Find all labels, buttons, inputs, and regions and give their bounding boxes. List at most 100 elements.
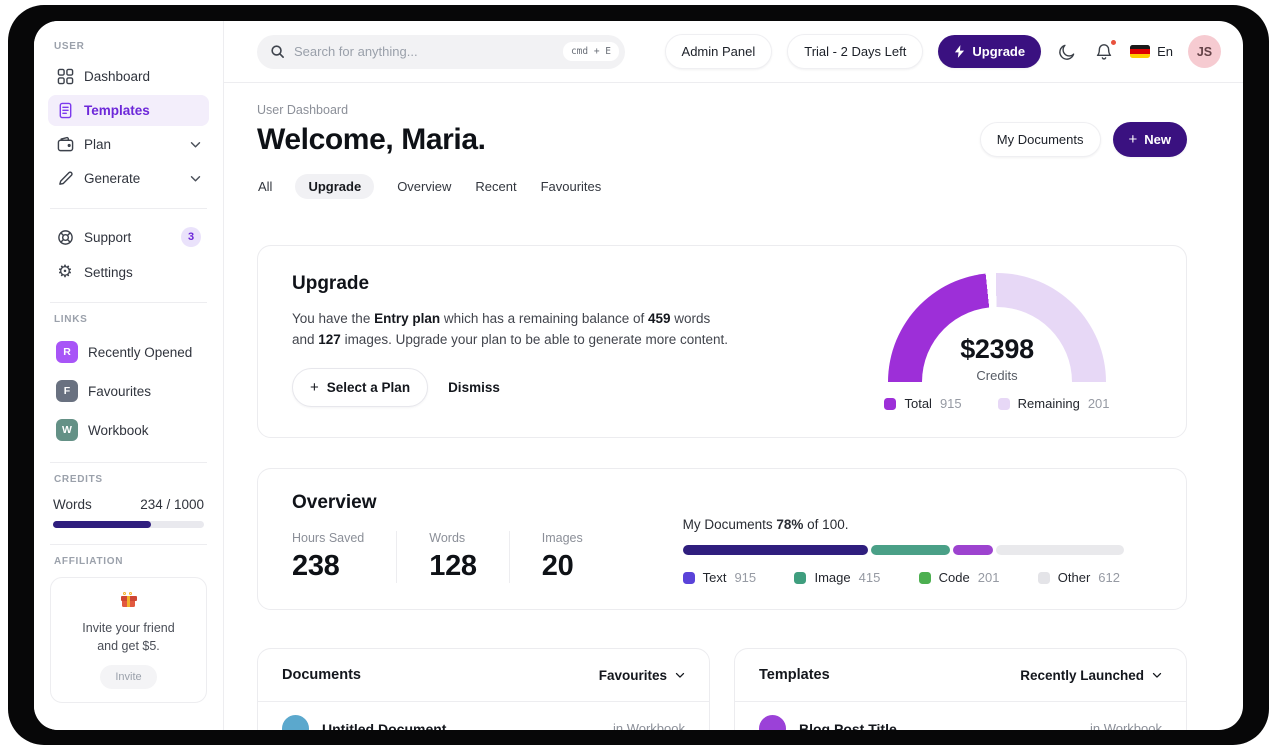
tab-recent[interactable]: Recent [474, 174, 517, 199]
main-area: cmd + E Admin Panel Trial - 2 Days Left … [224, 21, 1243, 730]
dark-mode-toggle[interactable] [1056, 41, 1078, 63]
plus-icon: + [1128, 131, 1138, 148]
legend-swatch [682, 571, 695, 584]
sidebar-item-generate[interactable]: Generate [48, 163, 209, 194]
page-content: User Dashboard Welcome, Maria. My Docume… [224, 83, 1243, 730]
sidebar-section-affiliation-label: AFFILIATION [54, 556, 124, 567]
sidebar-item-label: Templates [84, 103, 150, 118]
stat-words: Words 128 [429, 531, 510, 583]
invite-button[interactable]: Invite [100, 665, 157, 690]
trial-status-button[interactable]: Trial - 2 Days Left [787, 34, 924, 69]
tab-overview[interactable]: Overview [396, 174, 452, 199]
template-row[interactable]: Blog Post Title in Workbook [735, 702, 1186, 730]
legend-label: Other [1057, 570, 1091, 585]
bar-segment-text [682, 545, 868, 555]
link-initial-badge: R [56, 341, 78, 363]
documents-filter-dropdown[interactable]: Favourites [599, 668, 685, 683]
tab-favourites[interactable]: Favourites [540, 174, 603, 199]
notifications-button[interactable] [1093, 38, 1118, 63]
sidebar-divider [50, 544, 207, 545]
search-bar[interactable]: cmd + E [257, 34, 625, 69]
documents-bar-legend: Text 915 Image 415 Code 201 Other 612 [682, 570, 1124, 585]
stat-images: Images 20 [542, 531, 615, 583]
stat-value: 238 [292, 550, 340, 582]
stat-label: Hours Saved [292, 531, 365, 545]
notification-dot [1110, 38, 1118, 46]
credits-gauge-section: $2398 Credits Total 915 Remaining 201 [866, 273, 1128, 411]
legend-swatch [794, 571, 807, 584]
user-avatar[interactable]: JS [1188, 35, 1221, 68]
credits-usage: Words 234 / 1000 [48, 497, 209, 512]
moon-icon [1059, 44, 1075, 60]
sidebar-item-label: Settings [84, 265, 133, 280]
my-documents-button[interactable]: My Documents [979, 122, 1101, 157]
legend-value: 612 [1098, 570, 1120, 585]
gauge-center-value: $2398 [960, 334, 1034, 364]
upgrade-button[interactable]: Upgrade [938, 35, 1042, 68]
affiliation-text: Invite your friend and get $5. [82, 621, 175, 654]
sidebar-link-recently-opened[interactable]: R Recently Opened [48, 334, 209, 370]
app-window: USER Dashboard Templates Plan Generate S… [34, 21, 1243, 730]
sidebar-item-support[interactable]: Support 3 [48, 220, 209, 254]
dashboard-grid-icon [56, 68, 74, 85]
tab-all[interactable]: All [257, 174, 273, 199]
keyboard-shortcut-badge: cmd + E [562, 42, 619, 61]
gauge-center-label: Credits [976, 368, 1018, 383]
chevron-down-icon [190, 141, 201, 149]
breadcrumb: User Dashboard [257, 103, 349, 117]
templates-document-icon [56, 102, 74, 119]
legend-item-text: Text 915 [682, 570, 756, 585]
tab-upgrade[interactable]: Upgrade [295, 174, 375, 199]
legend-label: Code [938, 570, 970, 585]
credits-progress-bar [53, 521, 204, 528]
new-button-label: New [1144, 132, 1171, 147]
sidebar-item-label: Dashboard [84, 69, 151, 84]
sidebar-link-workbook[interactable]: W Workbook [48, 412, 209, 448]
sidebar-item-dashboard[interactable]: Dashboard [48, 61, 209, 92]
legend-value: 201 [1087, 396, 1110, 411]
document-row[interactable]: Untitled Document in Workbook [258, 702, 709, 730]
new-button[interactable]: + New [1112, 122, 1187, 157]
sidebar-item-settings[interactable]: ⚙ Settings [48, 257, 209, 288]
templates-card: Templates Recently Launched Blog Post Ti… [734, 648, 1187, 730]
documents-card: Documents Favourites Untitled Document i… [257, 648, 710, 730]
legend-label: Total [904, 396, 932, 411]
legend-value: 915 [939, 396, 962, 411]
link-initial-badge: W [56, 419, 78, 441]
select-plan-button[interactable]: + Select a Plan [292, 367, 429, 407]
documents-card-title: Documents [282, 667, 361, 683]
legend-item-code: Code 201 [918, 570, 999, 585]
template-title: Blog Post Title [799, 720, 897, 731]
legend-item-remaining: Remaining 201 [997, 396, 1110, 411]
template-avatar [759, 715, 786, 730]
sidebar-divider [50, 462, 207, 463]
bar-segment-code [953, 545, 994, 555]
overview-card-title: Overview [292, 492, 377, 513]
admin-panel-button[interactable]: Admin Panel [664, 34, 773, 69]
sidebar-item-templates[interactable]: Templates [48, 95, 209, 126]
dismiss-button[interactable]: Dismiss [442, 370, 506, 405]
upgrade-button-label: Upgrade [972, 44, 1026, 59]
topbar-actions: Admin Panel Trial - 2 Days Left Upgrade [664, 34, 1221, 69]
credits-gauge-chart: $2398 Credits [888, 273, 1106, 383]
sidebar-link-favourites[interactable]: F Favourites [48, 373, 209, 409]
sidebar-section-links-label: LINKS [54, 314, 88, 325]
documents-progress-bar [682, 545, 1124, 555]
search-icon [271, 45, 284, 58]
search-input[interactable] [294, 44, 554, 59]
gauge-legend: Total 915 Remaining 201 [884, 396, 1110, 411]
filter-tabs: All Upgrade Overview Recent Favourites [257, 174, 1187, 199]
stat-label: Images [541, 531, 583, 545]
sidebar-item-plan[interactable]: Plan [48, 129, 209, 160]
plus-icon: + [310, 378, 319, 396]
credits-value: 234 / 1000 [140, 497, 204, 512]
generate-pencil-icon [56, 170, 74, 187]
progress-percent: 78% [776, 517, 804, 532]
language-switcher[interactable]: En [1130, 44, 1173, 59]
documents-progress-section: My Documents 78% of 100. Text 915 Image … [682, 517, 1124, 585]
templates-filter-dropdown[interactable]: Recently Launched [1020, 668, 1162, 683]
document-avatar [282, 715, 309, 730]
words-balance: 459 [647, 311, 671, 326]
legend-label: Image [814, 570, 851, 585]
plan-name: Entry plan [374, 311, 441, 326]
